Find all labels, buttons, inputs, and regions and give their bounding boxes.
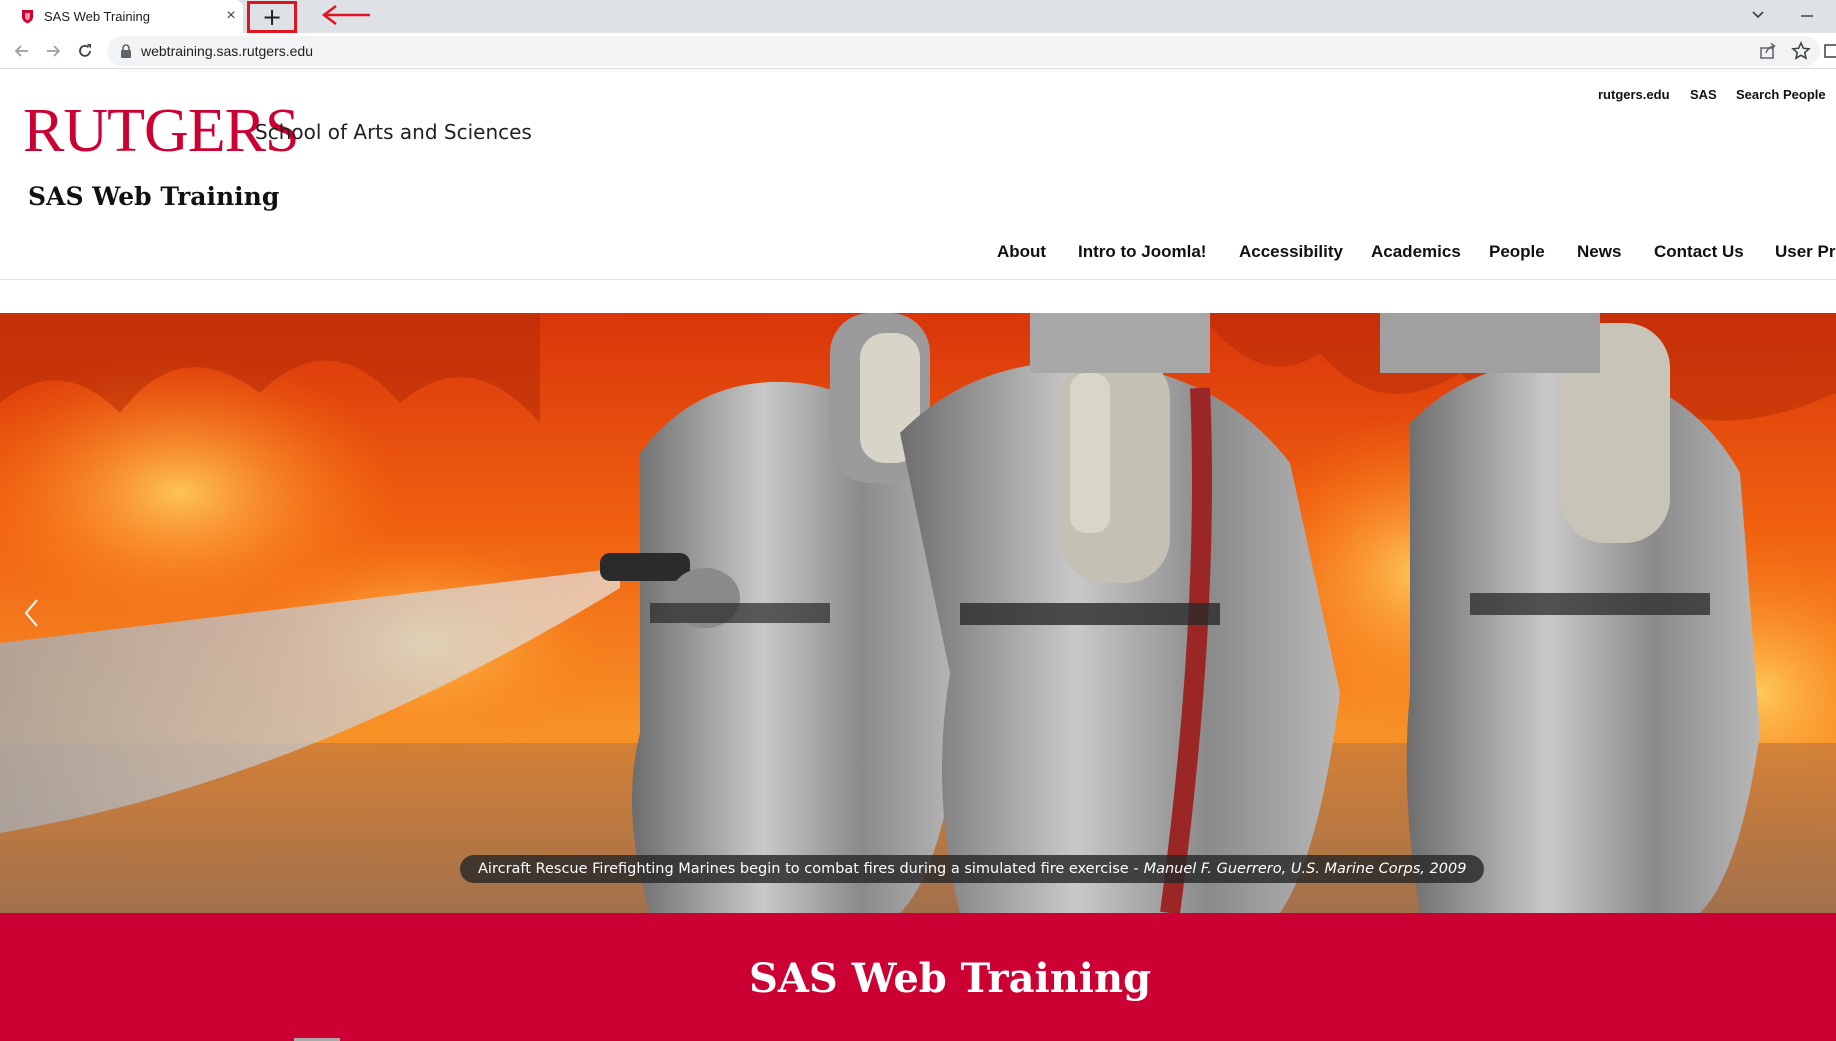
chevron-left-icon[interactable] [20,596,44,630]
plus-icon: + [261,3,283,31]
tab-strip: SAS Web Training × + [0,0,1836,33]
forward-icon[interactable] [43,41,63,61]
nav-item-people[interactable]: People [1489,242,1545,262]
arrow-left-annotation-icon [321,5,370,25]
browser-tab-active[interactable]: SAS Web Training × [0,0,243,33]
tab-close-icon[interactable]: × [222,7,240,25]
hero-image [0,313,1836,913]
hero-carousel: Aircraft Rescue Firefighting Marines beg… [0,313,1836,913]
nav-item-about[interactable]: About [997,242,1046,262]
browser-toolbar: webtraining.sas.rutgers.edu [0,33,1836,69]
star-icon[interactable] [1791,41,1811,61]
title-banner: SAS Web Training [0,913,1836,1041]
banner-title: SAS Web Training [748,955,1152,1002]
site-name[interactable]: SAS Web Training [28,182,279,211]
utility-link-rutgers[interactable]: rutgers.edu [1598,87,1670,102]
back-icon[interactable] [12,41,32,61]
nav-item-intro-to-joomla[interactable]: Intro to Joomla! [1078,242,1206,262]
utility-link-sas[interactable]: SAS [1690,87,1717,102]
address-bar[interactable]: webtraining.sas.rutgers.edu [107,36,1820,66]
new-tab-button[interactable]: + [247,1,297,33]
url-text: webtraining.sas.rutgers.edu [141,43,313,59]
minimize-icon[interactable] [1796,6,1818,26]
hero-caption: Aircraft Rescue Firefighting Marines beg… [460,855,1485,883]
utility-link-search-people[interactable]: Search People [1736,87,1826,102]
side-panel-icon[interactable] [1824,44,1836,58]
lock-icon[interactable] [120,44,132,58]
tab-title: SAS Web Training [44,9,150,24]
chevron-down-icon[interactable] [1748,5,1768,25]
nav-item-academics[interactable]: Academics [1371,242,1461,262]
site-header: RUTGERS School of Arts and Sciences SAS … [0,70,1836,280]
share-icon[interactable] [1759,42,1777,60]
school-name[interactable]: School of Arts and Sciences [255,120,532,144]
caption-credit: Manuel F. Guerrero, U.S. Marine Corps, 2… [1143,861,1467,877]
nav-item-accessibility[interactable]: Accessibility [1239,242,1343,262]
caption-text: Aircraft Rescue Firefighting Marines beg… [478,861,1139,877]
nav-item-news[interactable]: News [1577,242,1621,262]
nav-item-contact-us[interactable]: Contact Us [1654,242,1744,262]
reload-icon[interactable] [75,41,95,61]
shield-favicon-icon [22,10,33,24]
nav-item-user-profile[interactable]: User Pro [1775,242,1836,262]
